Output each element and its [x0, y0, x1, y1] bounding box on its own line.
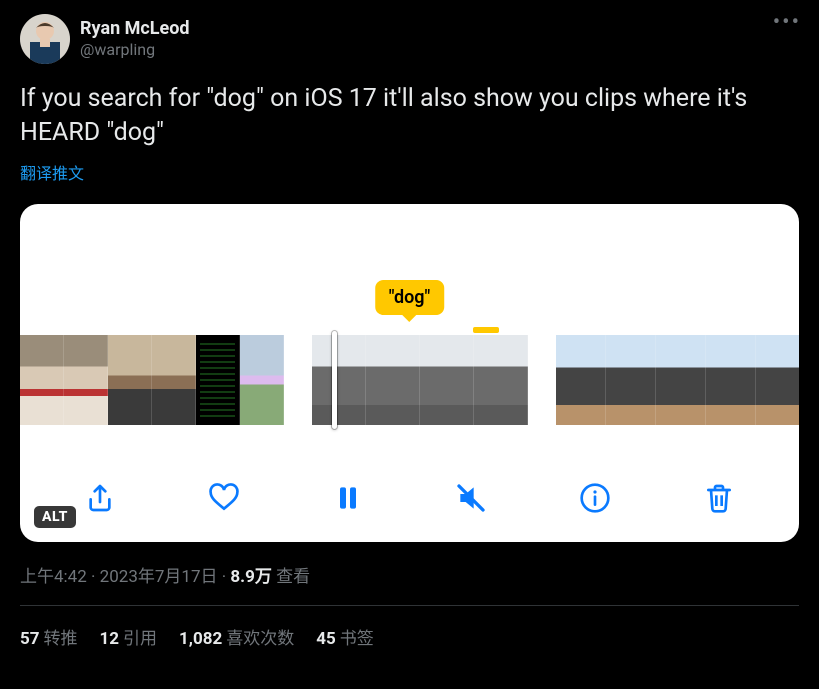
avatar-image	[20, 14, 70, 64]
user-handle: @warpling	[80, 40, 190, 60]
tweet-metadata[interactable]: 上午4:42 · 2023年7月17日 · 8.9万 查看	[20, 562, 799, 587]
translate-link[interactable]: 翻译推文	[20, 160, 84, 184]
playhead[interactable]	[332, 331, 337, 429]
share-icon	[84, 482, 116, 514]
clip-frame	[152, 335, 196, 425]
clip-timeline[interactable]	[20, 335, 799, 425]
stat-quotes[interactable]: 12引用	[100, 624, 158, 649]
tweet-text: If you search for "dog" on iOS 17 it'll …	[20, 82, 799, 150]
clip-frame	[366, 335, 420, 425]
tweet-date: 2023年7月17日	[100, 567, 218, 587]
search-keyword-tooltip: "dog"	[375, 280, 445, 315]
clip-frame	[474, 335, 528, 425]
clip-frame	[312, 335, 366, 425]
tweet-header: Ryan McLeod @warpling	[20, 14, 799, 64]
user-block[interactable]: Ryan McLeod @warpling	[80, 18, 190, 61]
pause-icon	[332, 482, 364, 514]
info-icon	[579, 482, 611, 514]
heart-icon	[208, 482, 240, 514]
trash-icon	[703, 482, 735, 514]
clip-frame	[756, 335, 799, 425]
clip-frame	[240, 335, 284, 425]
like-button[interactable]	[204, 478, 244, 518]
pause-button[interactable]	[328, 478, 368, 518]
media-toolbar	[20, 478, 799, 518]
alt-badge[interactable]: ALT	[34, 506, 76, 528]
views-label: 查看	[272, 567, 310, 587]
stat-likes[interactable]: 1,082喜欢次数	[179, 624, 294, 649]
clip-frame	[64, 335, 108, 425]
tweet-container: ••• Ryan McLeod @warpling If you search …	[0, 0, 819, 649]
clip-frame	[656, 335, 706, 425]
tweet-time: 上午4:42	[20, 567, 87, 587]
clip-frame	[706, 335, 756, 425]
stat-bookmarks[interactable]: 45书签	[316, 624, 374, 649]
clip-frame	[606, 335, 656, 425]
views-count: 8.9万	[230, 567, 271, 587]
stat-retweets[interactable]: 57转推	[20, 624, 78, 649]
tweet-stats: 57转推 12引用 1,082喜欢次数 45书签	[20, 624, 799, 649]
clip-frame	[20, 335, 64, 425]
media-card[interactable]: "dog"	[20, 204, 799, 542]
clip-group-2[interactable]	[312, 335, 528, 425]
delete-button[interactable]	[699, 478, 739, 518]
info-button[interactable]	[575, 478, 615, 518]
keyword-marker	[473, 327, 499, 333]
divider	[20, 605, 799, 606]
clip-group-3[interactable]	[556, 335, 799, 425]
clip-frame	[556, 335, 606, 425]
mute-icon	[455, 482, 487, 514]
share-button[interactable]	[80, 478, 120, 518]
clip-frame	[108, 335, 152, 425]
clip-frame	[196, 335, 240, 425]
clip-group-1[interactable]	[20, 335, 284, 425]
more-options-icon[interactable]: •••	[773, 10, 801, 35]
display-name: Ryan McLeod	[80, 18, 190, 41]
avatar[interactable]	[20, 14, 70, 64]
clip-frame	[420, 335, 474, 425]
mute-button[interactable]	[451, 478, 491, 518]
